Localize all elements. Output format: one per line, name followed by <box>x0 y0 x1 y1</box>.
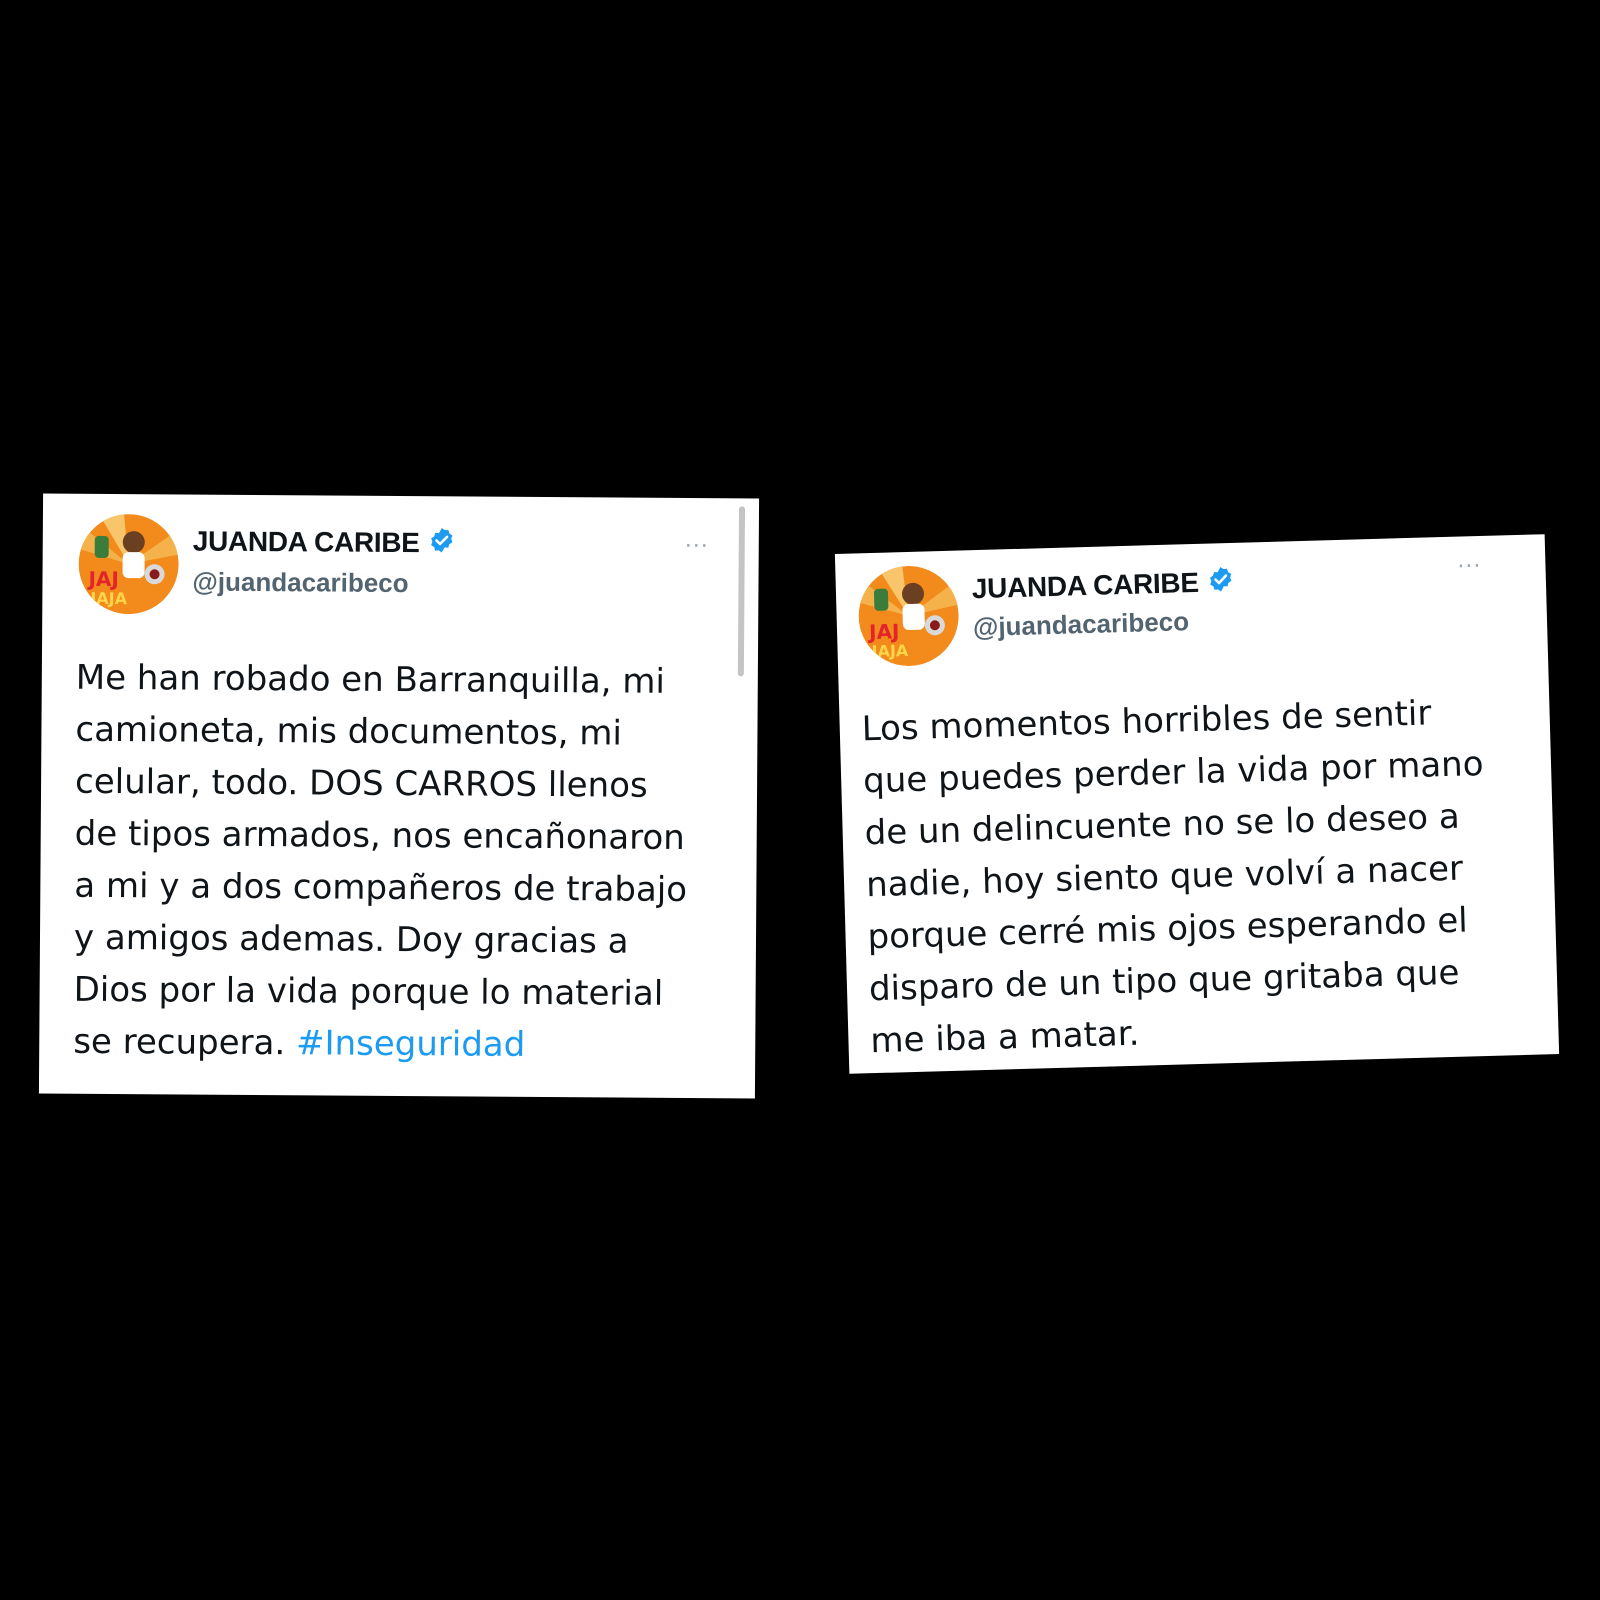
svg-text:JAJA: JAJA <box>89 589 127 608</box>
tweet-body: Me han robado en Barranquilla, mi camion… <box>73 657 688 1064</box>
svg-text:JAJA: JAJA <box>870 641 909 661</box>
hashtag-link[interactable]: #Inseguridad <box>296 1023 526 1065</box>
display-name[interactable]: JUANDA CARIBE <box>193 525 420 559</box>
more-options-icon[interactable]: ··· <box>685 534 709 559</box>
tweet-card-2: JAJ JAJA JUANDA CARIBE @juandacaribeco ·… <box>834 534 1560 1074</box>
scrollbar[interactable] <box>737 506 746 677</box>
more-options-icon[interactable]: ··· <box>1457 554 1482 580</box>
handle[interactable]: @juandacaribeco <box>973 606 1190 643</box>
display-name[interactable]: JUANDA CARIBE <box>971 566 1199 604</box>
handle[interactable]: @juandacaribeco <box>192 567 408 600</box>
tweet-text: Me han robado en Barranquilla, mi camion… <box>73 652 756 1073</box>
name-row: JUANDA CARIBE <box>971 565 1235 605</box>
svg-text:JAJ: JAJ <box>86 567 119 591</box>
canvas: JAJ JAJA JUANDA CARIBE @juandacaribeco ·… <box>0 0 1600 1600</box>
verified-badge-icon <box>428 526 456 559</box>
avatar-image-icon: JAJ JAJA <box>857 565 959 666</box>
verified-badge-icon <box>1206 565 1235 599</box>
tweet-card-1: JAJ JAJA JUANDA CARIBE @juandacaribeco ·… <box>38 493 760 1099</box>
avatar[interactable]: JAJ JAJA <box>78 513 179 615</box>
name-row: JUANDA CARIBE <box>193 525 456 560</box>
avatar-image-icon: JAJ JAJA <box>78 513 179 615</box>
tweet-text: Los momentos horribles de sentir que pue… <box>861 693 1485 1062</box>
avatar[interactable]: JAJ JAJA <box>857 565 960 668</box>
